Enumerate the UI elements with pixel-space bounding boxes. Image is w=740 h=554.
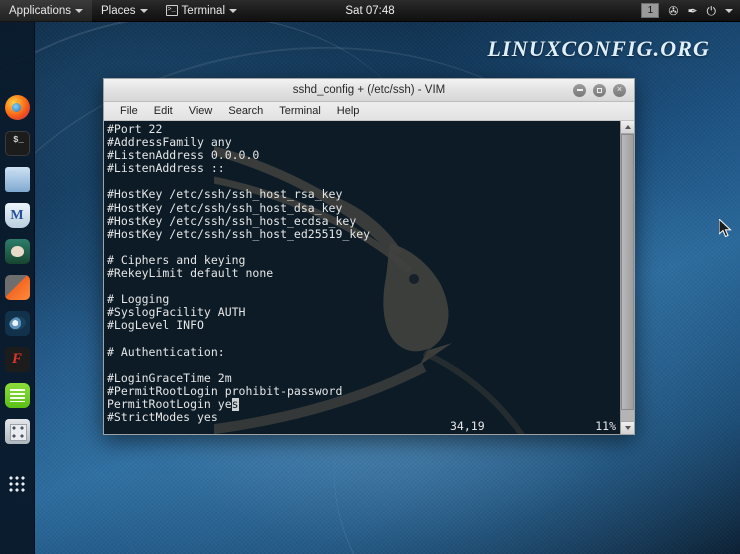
minimize-button[interactable] — [573, 84, 586, 97]
dock-item-show-applications[interactable] — [5, 472, 30, 497]
dock-item-burp-suite[interactable] — [5, 275, 30, 300]
system-tray: 1 ✇ ✒ ⏻ — [641, 3, 740, 18]
dock-item-metasploit[interactable]: M — [5, 203, 30, 228]
menu-help[interactable]: Help — [329, 102, 368, 121]
chevron-down-icon[interactable] — [725, 9, 733, 13]
dock-item-kali-dragon[interactable] — [5, 239, 30, 264]
vim-line: # Authentication: — [107, 346, 620, 359]
menu-view[interactable]: View — [181, 102, 221, 121]
window-controls: × — [573, 84, 634, 97]
terminal-icon: >_ — [166, 5, 178, 16]
vim-line: #RekeyLimit default none — [107, 267, 620, 280]
menu-search[interactable]: Search — [220, 102, 271, 121]
dock-item-faraday[interactable]: F — [5, 347, 30, 372]
scrollbar-thumb[interactable] — [621, 134, 634, 410]
close-button[interactable]: × — [613, 84, 626, 97]
window-title: sshd_config + (/etc/ssh) - VIM — [104, 84, 634, 96]
vim-line: #HostKey /etc/ssh/ssh_host_rsa_key — [107, 188, 620, 201]
vim-line — [107, 359, 620, 372]
vim-line — [107, 241, 620, 254]
dock-item-calculator[interactable] — [5, 419, 30, 444]
workspace-indicator[interactable]: 1 — [641, 3, 659, 18]
terminal-window-menu[interactable]: >_ Terminal — [157, 0, 246, 22]
power-icon[interactable]: ⏻ — [707, 5, 717, 17]
dock-item-files[interactable] — [5, 167, 30, 192]
vim-cursor-position: 34,19 — [450, 419, 570, 433]
window-menubar: File Edit View Search Terminal Help — [104, 102, 634, 121]
screen-recorder-icon[interactable]: ✇ — [668, 5, 678, 17]
application-dock: $_ M F — [0, 22, 35, 554]
scroll-down-arrow-icon[interactable] — [621, 421, 634, 434]
vim-line: #LoginGraceTime 2m — [107, 372, 620, 385]
top-panel: Applications Places >_ Terminal Sat 07:4… — [0, 0, 740, 22]
vim-cursor: s — [232, 398, 239, 411]
vim-line — [107, 333, 620, 346]
window-titlebar[interactable]: sshd_config + (/etc/ssh) - VIM × — [104, 79, 634, 102]
linuxconfig-watermark: LINUXCONFIG.ORG — [488, 36, 710, 62]
vim-line: #ListenAddress :: — [107, 162, 620, 175]
menu-edit[interactable]: Edit — [146, 102, 181, 121]
dock-item-wireshark[interactable] — [5, 311, 30, 336]
vim-line — [107, 280, 620, 293]
dock-item-firefox[interactable] — [5, 95, 30, 120]
scrollbar-track[interactable] — [621, 134, 634, 421]
terminal-viewport[interactable]: #Port 22#AddressFamily any#ListenAddress… — [104, 121, 634, 434]
terminal-scrollbar[interactable] — [620, 121, 634, 434]
vim-line: #HostKey /etc/ssh/ssh_host_ed25519_key — [107, 228, 620, 241]
vim-buffer-text[interactable]: #Port 22#AddressFamily any#ListenAddress… — [104, 121, 620, 434]
vim-scroll-percent: 11% — [570, 419, 616, 433]
vim-line: #LogLevel INFO — [107, 319, 620, 332]
chevron-down-icon — [229, 9, 237, 13]
vim-status-line: 34,19 11% — [104, 419, 620, 433]
vim-line: #HostKey /etc/ssh/ssh_host_dsa_key — [107, 202, 620, 215]
vim-line: #HostKey /etc/ssh/ssh_host_ecdsa_key — [107, 215, 620, 228]
applications-menu[interactable]: Applications — [0, 0, 92, 22]
pen-icon[interactable]: ✒ — [687, 5, 697, 17]
chevron-down-icon — [140, 9, 148, 13]
dock-item-text-editor[interactable] — [5, 383, 30, 408]
places-menu[interactable]: Places — [92, 0, 157, 22]
menu-terminal[interactable]: Terminal — [271, 102, 329, 121]
dock-item-terminal[interactable]: $_ — [5, 131, 30, 156]
places-menu-label: Places — [101, 5, 136, 17]
vim-line: #PermitRootLogin prohibit-password — [107, 385, 620, 398]
terminal-window: sshd_config + (/etc/ssh) - VIM × File Ed… — [103, 78, 635, 435]
scroll-up-arrow-icon[interactable] — [621, 121, 634, 134]
applications-menu-label: Applications — [9, 5, 71, 17]
chevron-down-icon — [75, 9, 83, 13]
maximize-button[interactable] — [593, 84, 606, 97]
terminal-window-menu-label: Terminal — [182, 5, 225, 17]
menu-file[interactable]: File — [112, 102, 146, 121]
